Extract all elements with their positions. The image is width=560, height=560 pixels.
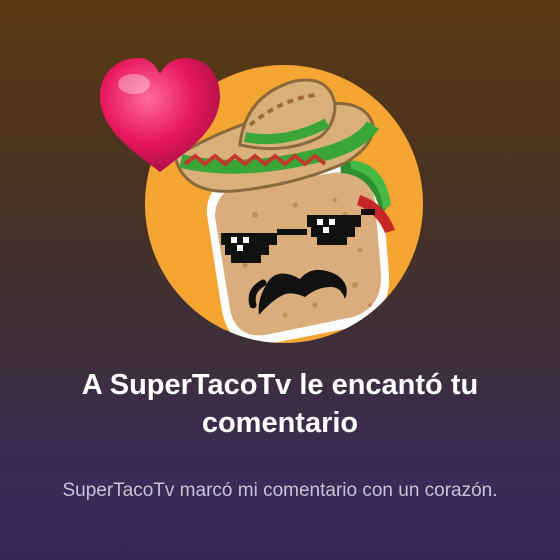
heart-icon (94, 52, 226, 180)
notification-message: SuperTacoTv marcó mi comentario con un c… (62, 480, 498, 501)
notification-title: A SuperTacoTv le encantó tu comentario (81, 369, 479, 439)
